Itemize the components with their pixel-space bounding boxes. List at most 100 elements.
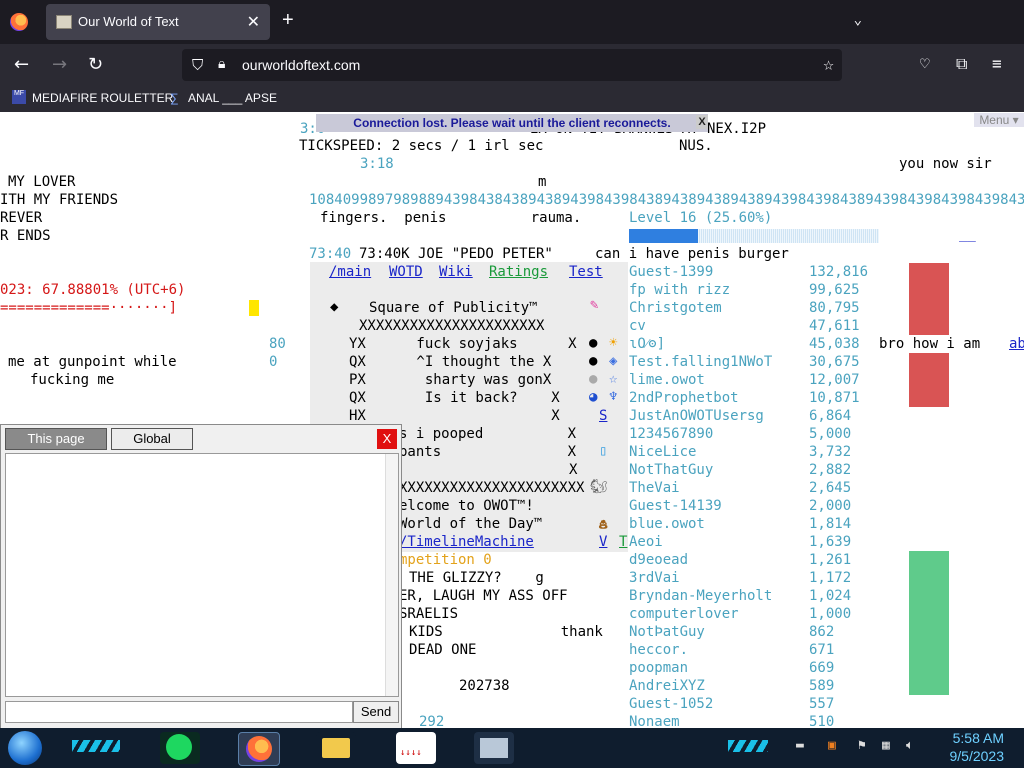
leaderboard-score: 589 xyxy=(809,678,835,694)
volume-icon[interactable]: 🔈︎ xyxy=(906,738,914,753)
long-number: 1084099897989889439843843894389439843984… xyxy=(309,192,1024,208)
start-button[interactable] xyxy=(8,731,42,765)
timer-318: 3:18 xyxy=(360,156,394,172)
leaderboard-name: Nonaem xyxy=(629,714,680,728)
pocket-icon[interactable]: ♡ xyxy=(920,54,930,73)
new-tab-button[interactable]: + xyxy=(282,9,294,32)
leaderboard-name: 3rdVai xyxy=(629,570,680,586)
link-s[interactable]: S xyxy=(599,407,607,425)
fingers-line: fingers. penis rauma. xyxy=(320,210,582,226)
explorer-taskbar-button[interactable] xyxy=(316,732,356,764)
phone-icon: ▯ xyxy=(599,443,608,459)
send-button[interactable]: Send xyxy=(353,701,399,723)
tab-bar: Our World of Text ✕ + ⌄ xyxy=(0,0,1024,44)
link-main[interactable]: /main xyxy=(329,263,371,281)
tab-this-page[interactable]: This page xyxy=(5,428,107,450)
chat-log[interactable] xyxy=(5,453,399,697)
link-ratings[interactable]: Ratings xyxy=(489,263,548,281)
link-wiki[interactable]: Wiki xyxy=(439,263,473,281)
bullet-icon: ● xyxy=(589,371,598,387)
monitor-taskbar-button[interactable] xyxy=(474,732,514,764)
nus-text: NUS. xyxy=(679,138,713,154)
reload-icon[interactable]: ↻ xyxy=(88,54,103,75)
firefox-taskbar-button[interactable] xyxy=(238,732,280,766)
leaderboard-score: 510 xyxy=(809,714,835,728)
chat-close-button[interactable]: X xyxy=(377,429,397,449)
arrows-icon: ↓↓↓↓ xyxy=(400,748,422,758)
leaderboard-score: 557 xyxy=(809,696,835,712)
leaderboard-score: 2,645 xyxy=(809,480,852,496)
x-row-top: XXXXXXXXXXXXXXXXXXXXXX xyxy=(359,318,545,334)
progress-line: =============·······] xyxy=(0,300,178,316)
firefox-icon[interactable] xyxy=(10,13,28,31)
x-row-bottom: XXXXXXXXXXXXXXXXXXXXXX xyxy=(399,480,585,496)
leaderboard-score: 669 xyxy=(809,660,835,676)
spotify-taskbar-button[interactable] xyxy=(160,732,200,764)
link-t[interactable]: T xyxy=(619,533,627,551)
bro-link[interactable]: ab xyxy=(1009,335,1024,353)
back-arrow-icon[interactable]: ← xyxy=(14,54,29,75)
gunpoint-line: me at gunpoint while xyxy=(8,354,177,370)
taskbar: ↓↓↓↓ ▬ ▣ ⚑ ▦ 🔈︎ 5:58 AM 9/5/2023 xyxy=(0,728,1024,768)
extensions-icon[interactable]: ⧉ xyxy=(956,54,967,74)
bookmark-mediafire[interactable]: MEDIAFIRE ROULETTER xyxy=(32,91,173,105)
chat-input[interactable] xyxy=(5,701,353,723)
you-now-sir-text: you now sir xyxy=(899,156,992,172)
link-timeline[interactable]: /TimelineMachine xyxy=(399,533,534,551)
connection-close-button[interactable]: X xyxy=(696,115,708,129)
bookmark-folder-icon: ∑ xyxy=(170,91,179,105)
leaderboard-score: 10,871 xyxy=(809,390,860,406)
app-taskbar-button[interactable]: ↓↓↓↓ xyxy=(396,732,436,764)
spotify-icon xyxy=(166,734,192,760)
leaderboard-score: 1,172 xyxy=(809,570,852,586)
sraelis-line: SRAELIS xyxy=(399,606,459,622)
glizzy-line: THE GLIZZY? g xyxy=(409,570,544,586)
underline-link[interactable]: __ xyxy=(959,225,976,243)
url-text[interactable]: ourworldoftext.com xyxy=(242,57,360,73)
leaderboard-name: lime.owot xyxy=(629,372,705,388)
tab-global[interactable]: Global xyxy=(111,428,193,450)
lock-icon[interactable]: 🔒︎ xyxy=(218,56,225,72)
network-icon[interactable]: ▦ xyxy=(882,738,890,753)
kite-icon: ◆ xyxy=(330,299,339,315)
dead-one-line: DEAD ONE xyxy=(409,642,477,658)
chevron-down-icon[interactable]: ⌄ xyxy=(854,12,862,28)
tab-close-icon[interactable]: ✕ xyxy=(247,12,260,32)
system-clock[interactable]: 5:58 AM 9/5/2023 xyxy=(950,729,1005,765)
squirrel-icon: 🐿︎ xyxy=(590,479,608,495)
leaderboard-name: computerlover xyxy=(629,606,739,622)
bookmark-star-icon[interactable]: ☆ xyxy=(823,54,834,75)
tray-app-icon[interactable]: ▣ xyxy=(828,738,836,753)
forward-arrow-icon[interactable]: → xyxy=(52,54,67,75)
leaderboard-name: TheVai xyxy=(629,480,680,496)
address-bar[interactable]: ⛉ 🔒︎ ourworldoftext.com ☆ xyxy=(182,49,842,81)
leaderboard-name: AndreiXYZ xyxy=(629,678,705,694)
m-char: m xyxy=(538,174,547,190)
leaderboard-score: 2,000 xyxy=(809,498,852,514)
leaderboard-name: 2ndProphetbot xyxy=(629,390,739,406)
show-desktop-icon[interactable]: ▬ xyxy=(796,738,804,753)
chat-scrollbar[interactable] xyxy=(385,454,398,696)
poop-icon: 💩︎ xyxy=(599,517,608,533)
star-icon: ☆ xyxy=(609,371,618,387)
bookmark-anal[interactable]: ANAL ___ APSE xyxy=(188,91,277,105)
flag-icon[interactable]: ⚑ xyxy=(858,738,866,753)
kids-line: KIDS thank xyxy=(409,624,603,640)
tab-our-world-of-text[interactable]: Our World of Text ✕ xyxy=(46,4,270,40)
leaderboard-name: Christgotem xyxy=(629,300,722,316)
leaderboard-name: Aeoi xyxy=(629,534,663,550)
menu-button[interactable]: Menu ▾ xyxy=(974,113,1024,127)
connection-message: Connection lost. Please wait until the c… xyxy=(353,116,671,130)
num-292: 292 xyxy=(419,714,445,728)
link-wotd[interactable]: WOTD xyxy=(389,263,423,281)
link-v[interactable]: V xyxy=(599,533,607,551)
tab-title: Our World of Text xyxy=(78,14,179,29)
welcome-line: elcome to OWOT™! xyxy=(399,498,534,514)
menu-hamburger-icon[interactable]: ≡ xyxy=(992,54,1002,73)
shield-icon[interactable]: ⛉ xyxy=(192,56,203,74)
leaderboard-name: NotThatGuy xyxy=(629,462,714,478)
link-test[interactable]: Test xyxy=(569,263,603,281)
leaderboard-name: fp with rizz xyxy=(629,282,731,298)
bullet-icon: ● xyxy=(589,353,598,369)
leaderboard-name: NiceLice xyxy=(629,444,697,460)
